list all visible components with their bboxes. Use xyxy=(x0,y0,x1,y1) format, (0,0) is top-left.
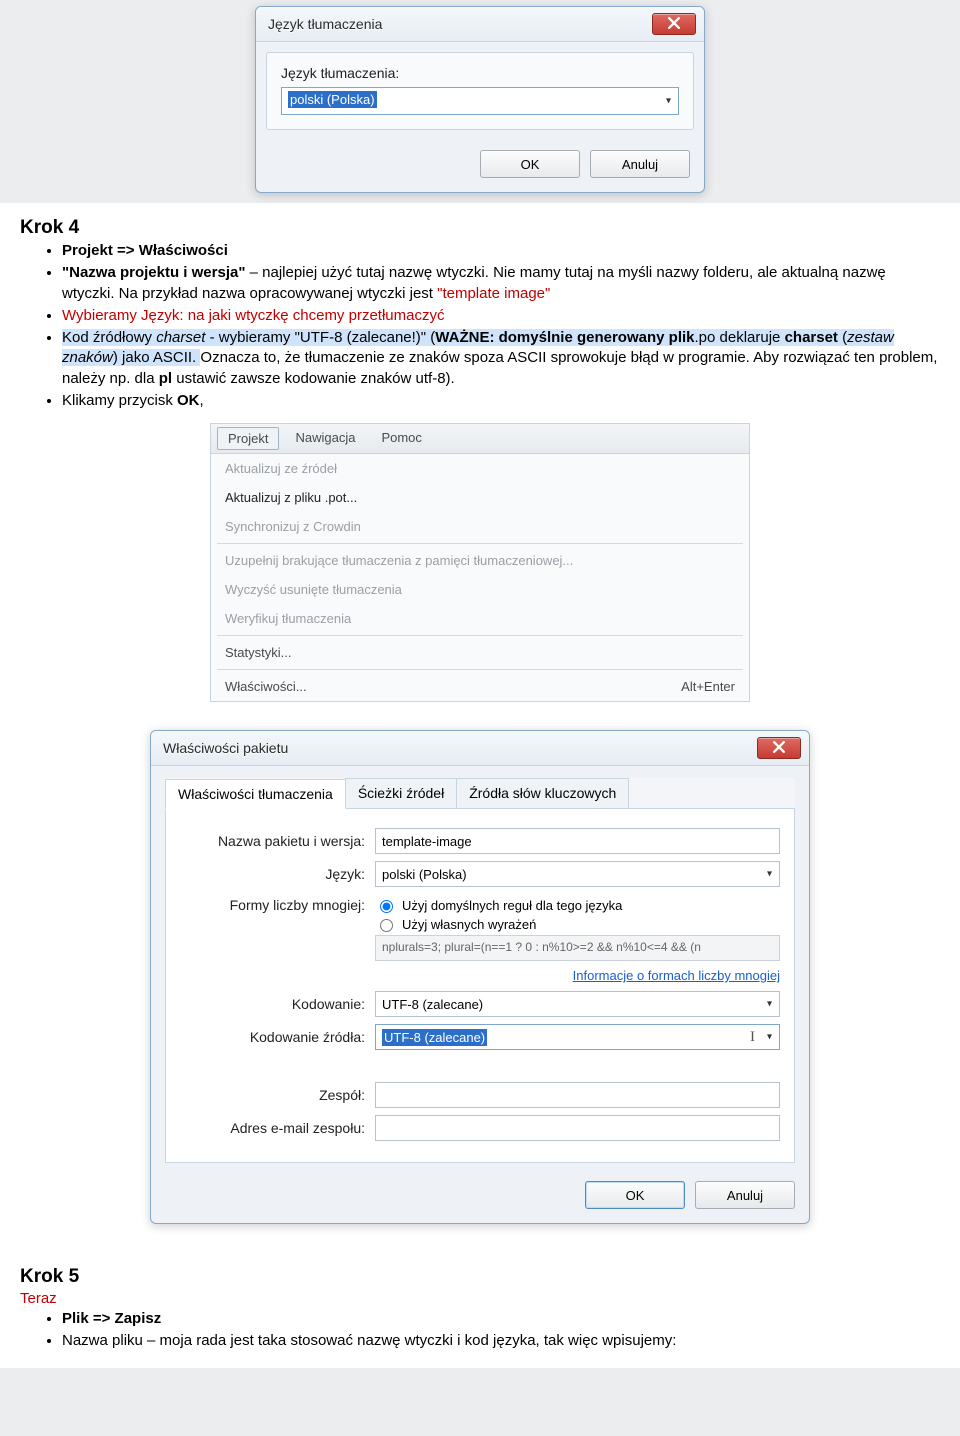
step4-b2-pre: "Nazwa projektu i wersja" xyxy=(62,264,245,281)
titlebar: Właściwości pakietu xyxy=(151,731,809,766)
step4-b4-after3: ) jako ASCII. xyxy=(113,349,196,366)
close-icon xyxy=(773,740,785,757)
menu-item-update-sources[interactable]: Aktualizuj ze źródeł xyxy=(211,454,749,483)
menu-separator xyxy=(217,635,743,636)
label-team-email: Adres e-mail zespołu: xyxy=(180,1120,375,1136)
radio-label: Użyj domyślnych reguł dla tego języka xyxy=(402,898,622,913)
source-encoding-value: UTF-8 (zalecane) xyxy=(382,1029,487,1046)
label-language: Język: xyxy=(180,866,375,882)
encoding-select[interactable]: ▾ xyxy=(375,991,780,1017)
label-encoding: Kodowanie: xyxy=(180,996,375,1012)
step4-heading: Krok 4 xyxy=(20,217,940,239)
step4-list: Projekt => Właściwości "Nazwa projektu i… xyxy=(20,241,940,411)
step4-b3: Wybieramy Język: na jaki wtyczkę chcemy … xyxy=(62,307,444,324)
titlebar: Język tłumaczenia xyxy=(256,7,704,42)
tab-panel: Nazwa pakietu i wersja: Język: ▾ xyxy=(165,808,795,1163)
menu-item-update-pot[interactable]: Aktualizuj z pliku .pot... xyxy=(211,483,749,512)
plural-expression: nplurals=3; plural=(n==1 ? 0 : n%10>=2 &… xyxy=(375,935,780,961)
step4-b4-it: charset xyxy=(156,329,205,346)
step4-b4-bold2: charset xyxy=(785,329,838,346)
menu-item-stats[interactable]: Statystyki... xyxy=(211,638,749,667)
plural-info-link[interactable]: Informacje o formach liczby mnogiej xyxy=(573,968,780,983)
label-package-name: Nazwa pakietu i wersja: xyxy=(180,833,375,849)
close-icon xyxy=(668,16,680,33)
tab-translation-props[interactable]: Właściwości tłumaczenia xyxy=(165,779,346,809)
language-value[interactable] xyxy=(375,861,780,887)
language-field-label: Język tłumaczenia: xyxy=(281,65,679,81)
step4-b4-after2: ( xyxy=(838,329,847,346)
package-properties-dialog: Właściwości pakietu Właściwości tłumacze… xyxy=(150,730,810,1224)
menu-item-label: Właściwości... xyxy=(225,679,307,694)
label-plural: Formy liczby mnogiej: xyxy=(180,894,375,913)
source-encoding-select[interactable]: UTF-8 (zalecane) I ▾ xyxy=(375,1024,780,1050)
step4-b4-after1: .po deklaruje xyxy=(695,329,785,346)
radio-label: Użyj własnych wyrażeń xyxy=(402,917,536,932)
step4-b4-mid: - wybieramy "UTF-8 (zalecane!)" ( xyxy=(205,329,435,346)
menu-pomoc[interactable]: Pomoc xyxy=(371,427,431,450)
menu-nawigacja[interactable]: Nawigacja xyxy=(285,427,365,450)
step4-b4-bold1: WAŻNE: domyślnie generowany plik xyxy=(435,329,694,346)
step4-b4-pre: Kod źródłowy xyxy=(62,329,156,346)
radio-default-plural-input[interactable] xyxy=(380,900,393,913)
team-email-input[interactable] xyxy=(375,1115,780,1141)
menu-item-properties[interactable]: Właściwości... Alt+Enter xyxy=(211,672,749,701)
label-source-encoding: Kodowanie źródła: xyxy=(180,1029,375,1045)
radio-default-plural[interactable]: Użyj domyślnych reguł dla tego języka xyxy=(375,897,780,913)
language-select[interactable]: ▾ xyxy=(375,861,780,887)
dialog-title: Język tłumaczenia xyxy=(268,16,382,32)
menu-separator xyxy=(217,543,743,544)
step4-b4-bold3: pl xyxy=(159,370,172,387)
step4-b5-pre: Klikamy przycisk xyxy=(62,392,177,409)
menu-projekt[interactable]: Projekt xyxy=(217,427,279,450)
radio-custom-plural[interactable]: Użyj własnych wyrażeń xyxy=(375,916,780,932)
encoding-value[interactable] xyxy=(375,991,780,1017)
translation-language-dialog: Język tłumaczenia Język tłumaczenia: pol… xyxy=(255,6,705,193)
language-value: polski (Polska) xyxy=(288,91,377,108)
tab-keywords[interactable]: Źródła słów kluczowych xyxy=(456,778,629,808)
language-select[interactable]: polski (Polska) ▾ xyxy=(281,87,679,115)
tab-source-paths[interactable]: Ścieżki źródeł xyxy=(345,778,457,808)
menu-separator xyxy=(217,669,743,670)
menu-item-clear-removed[interactable]: Wyczyść usunięte tłumaczenia xyxy=(211,575,749,604)
project-menu-screenshot: Projekt Nawigacja Pomoc Aktualizuj ze źr… xyxy=(210,423,750,702)
package-name-input[interactable] xyxy=(375,828,780,854)
tabs: Właściwości tłumaczenia Ścieżki źródeł Ź… xyxy=(165,778,795,808)
menubar: Projekt Nawigacja Pomoc xyxy=(211,424,749,454)
step4-b4-tail2: ustawić zawsze kodowanie znaków utf-8). xyxy=(172,370,455,387)
menu-item-shortcut: Alt+Enter xyxy=(681,679,735,694)
step5-b1: Plik => Zapisz xyxy=(62,1310,161,1327)
menu-item-validate[interactable]: Weryfikuj tłumaczenia xyxy=(211,604,749,633)
menu-item-fill-tm[interactable]: Uzupełnij brakujące tłumaczenia z pamięc… xyxy=(211,546,749,575)
text-cursor-icon: I xyxy=(750,1029,755,1046)
step4-b1: Projekt => Właściwości xyxy=(62,242,228,259)
dialog-title: Właściwości pakietu xyxy=(163,740,288,756)
step5-teraz: Teraz xyxy=(20,1290,940,1307)
ok-button[interactable]: OK xyxy=(585,1181,685,1209)
radio-custom-plural-input[interactable] xyxy=(380,919,393,932)
step5-heading: Krok 5 xyxy=(20,1266,940,1288)
step5-list: Plik => Zapisz Nazwa pliku – moja rada j… xyxy=(20,1309,940,1352)
cancel-button[interactable]: Anuluj xyxy=(590,150,690,178)
cancel-button[interactable]: Anuluj xyxy=(695,1181,795,1209)
label-team: Zespół: xyxy=(180,1087,375,1103)
step4-b2-red: "template image" xyxy=(437,285,550,302)
ok-button[interactable]: OK xyxy=(480,150,580,178)
team-input[interactable] xyxy=(375,1082,780,1108)
step4-b5-tail: , xyxy=(200,392,204,409)
step5-b2: Nazwa pliku – moja rada jest taka stosow… xyxy=(62,1332,676,1349)
close-button[interactable] xyxy=(757,737,801,759)
step4-b5-bold: OK xyxy=(177,392,200,409)
menu-item-crowdin[interactable]: Synchronizuj z Crowdin xyxy=(211,512,749,541)
close-button[interactable] xyxy=(652,13,696,35)
